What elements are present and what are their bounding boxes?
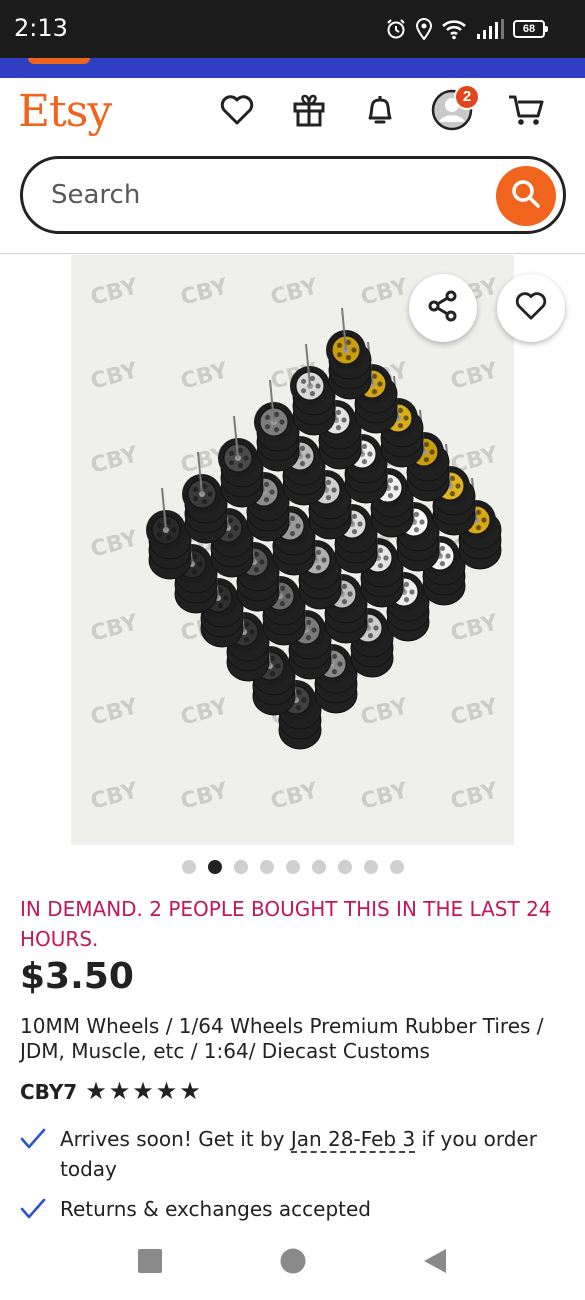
- watermark-text: CBY: [88, 610, 142, 647]
- back-button[interactable]: [420, 1248, 450, 1278]
- watermark-text: CBY: [448, 694, 502, 731]
- carousel-dot[interactable]: [286, 860, 300, 874]
- bell-icon: [362, 92, 398, 133]
- promo-banner[interactable]: [0, 58, 585, 78]
- system-nav-bar: [0, 1226, 585, 1300]
- carousel-dot[interactable]: [390, 860, 404, 874]
- search-button[interactable]: [496, 166, 556, 226]
- notification-badge: 2: [454, 84, 480, 110]
- app-header: Etsy 2: [0, 78, 585, 154]
- star-icon: ★: [179, 1078, 201, 1105]
- carousel-dot[interactable]: [338, 860, 352, 874]
- star-icon: ★: [155, 1078, 178, 1105]
- alarm-icon: [385, 18, 407, 40]
- star-icon: ★: [85, 1078, 107, 1105]
- search-input[interactable]: [51, 173, 471, 217]
- notifications-button[interactable]: [358, 90, 402, 134]
- image-carousel-dots: [182, 860, 404, 874]
- share-button[interactable]: [409, 274, 477, 342]
- etsy-logo[interactable]: Etsy: [18, 86, 112, 137]
- watermark-text: CBY: [178, 694, 232, 731]
- carousel-dot[interactable]: [182, 860, 196, 874]
- promo-tab: [28, 58, 90, 64]
- cart-icon: [507, 92, 545, 133]
- location-icon: [415, 18, 433, 40]
- shop-name[interactable]: CBY7: [20, 1080, 77, 1104]
- status-icons: 68: [385, 16, 548, 42]
- watermark-text: CBY: [358, 274, 412, 311]
- demand-notice: IN DEMAND. 2 PEOPLE BOUGHT THIS IN THE L…: [20, 897, 552, 951]
- watermark-text: CBY: [88, 778, 142, 815]
- watermark-text: CBY: [88, 694, 142, 731]
- gift-icon: [291, 92, 327, 133]
- price: $3.50: [20, 956, 134, 997]
- listing-title: 10MM Wheels / 1/64 Wheels Premium Rubber…: [20, 1014, 544, 1063]
- watermark-text: CBY: [358, 694, 412, 731]
- carousel-dot[interactable]: [208, 860, 222, 874]
- star-icon: ★: [108, 1078, 131, 1105]
- search-icon: [510, 178, 542, 215]
- watermark-text: CBY: [448, 358, 502, 395]
- star-icon: ★: [132, 1078, 154, 1105]
- share-icon: [426, 289, 460, 328]
- returns-perk: Returns & exchanges accepted: [20, 1194, 565, 1228]
- check-icon: [20, 1194, 46, 1228]
- battery-indicator: 68: [513, 20, 548, 38]
- gifts-button[interactable]: [287, 90, 331, 134]
- favorites-button[interactable]: [215, 90, 259, 134]
- delivery-text: Arrives soon! Get it by Jan 28-Feb 3 if …: [60, 1124, 565, 1184]
- recents-icon: [137, 1248, 163, 1279]
- search-bar: [20, 156, 566, 234]
- watermark-text: CBY: [88, 274, 142, 311]
- wifi-icon: [441, 18, 467, 40]
- watermark-text: CBY: [178, 778, 232, 815]
- heart-icon: [219, 94, 255, 131]
- watermark-text: CBY: [88, 526, 142, 563]
- back-icon: [422, 1247, 448, 1280]
- status-time: 2:13: [14, 14, 68, 42]
- header-divider: [0, 253, 585, 254]
- recents-button[interactable]: [135, 1248, 165, 1278]
- heart-icon: [514, 291, 548, 326]
- returns-text: Returns & exchanges accepted: [60, 1197, 372, 1221]
- watermark-text: CBY: [448, 610, 502, 647]
- check-icon: [20, 1124, 46, 1184]
- wheel: [326, 307, 372, 400]
- status-bar: 2:13 68: [0, 0, 585, 58]
- delivery-dates-link[interactable]: Jan 28-Feb 3: [290, 1127, 416, 1153]
- wheels-photo: CBY CBY CBY CBY CBY CBY CBY CBY CBY CBY CBY CBY CBY C…: [88, 274, 502, 815]
- watermark-text: CBY: [448, 778, 502, 815]
- watermark-text: CBY: [88, 358, 142, 395]
- carousel-dot[interactable]: [234, 860, 248, 874]
- shop-row: CBY7 ★ ★ ★ ★ ★: [20, 1078, 201, 1106]
- signal-icon: [475, 18, 505, 40]
- home-icon: [279, 1247, 307, 1280]
- delivery-prefix: Arrives soon! Get it by: [60, 1127, 291, 1151]
- watermark-text: CBY: [358, 778, 412, 815]
- rating-stars[interactable]: ★ ★ ★ ★ ★: [85, 1080, 201, 1104]
- watermark-text: CBY: [88, 442, 142, 479]
- watermark-text: CBY: [268, 778, 322, 815]
- delivery-perk: Arrives soon! Get it by Jan 28-Feb 3 if …: [20, 1124, 565, 1184]
- carousel-dot[interactable]: [260, 860, 274, 874]
- carousel-dot[interactable]: [364, 860, 378, 874]
- product-image[interactable]: CBY CBY CBY CBY CBY CBY CBY CBY CBY CBY CBY CBY CBY C…: [71, 255, 514, 845]
- watermark-text: CBY: [178, 358, 232, 395]
- watermark-text: CBY: [178, 274, 232, 311]
- watermark-text: CBY: [268, 274, 322, 311]
- home-button[interactable]: [278, 1248, 308, 1278]
- carousel-dot[interactable]: [312, 860, 326, 874]
- favorite-item-button[interactable]: [497, 274, 565, 342]
- account-button[interactable]: 2: [430, 84, 480, 134]
- cart-button[interactable]: [504, 90, 548, 134]
